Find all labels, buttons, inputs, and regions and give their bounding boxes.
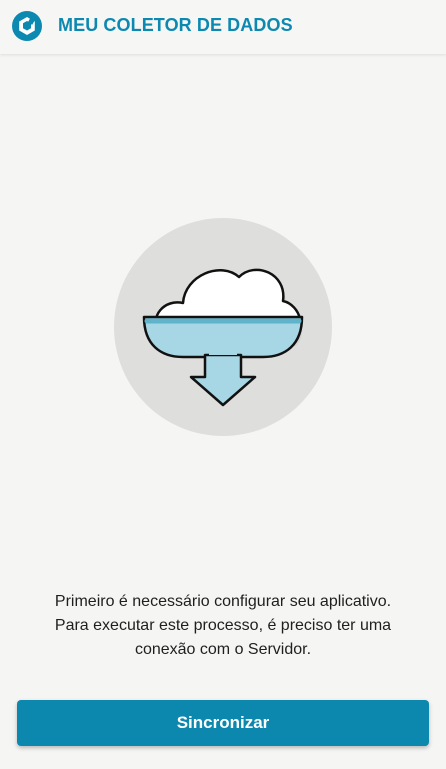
info-message: Primeiro é necessário configurar seu apl…	[0, 590, 446, 662]
sync-button-label: Sincronizar	[176, 713, 270, 732]
sync-button[interactable]: Sincronizar	[17, 700, 429, 746]
info-message-line-2: Para executar este processo, é preciso t…	[54, 617, 392, 634]
cloud-download-icon	[114, 218, 332, 436]
app-logo-icon	[12, 11, 42, 41]
app-bar: MEU COLETOR DE DADOS	[0, 0, 446, 54]
info-message-line-3: conexão com o Servidor.	[134, 641, 312, 658]
app-title: MEU COLETOR DE DADOS	[58, 15, 293, 35]
info-message-line-1: Primeiro é necessário configurar seu apl…	[54, 593, 392, 610]
